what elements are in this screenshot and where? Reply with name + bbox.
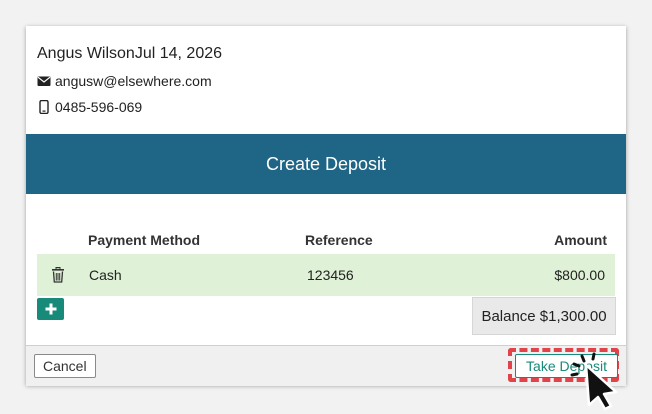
customer-phone: 0485-596-069: [55, 99, 143, 115]
customer-name: Angus Wilson: [37, 45, 135, 62]
column-header-method: Payment Method: [88, 232, 201, 248]
email-line: angusw@elsewhere.com: [37, 72, 222, 90]
payments-table: Payment Method Reference Amount Cash 123…: [37, 222, 615, 296]
dialog-title: Create Deposit: [265, 153, 387, 174]
balance-display: Balance $1,300.00: [472, 297, 616, 335]
envelope-icon: [37, 76, 51, 86]
table-header: Payment Method Reference Amount: [37, 222, 615, 254]
dialog-footer: Cancel Take Deposit: [26, 345, 626, 386]
add-payment-button[interactable]: [37, 298, 64, 320]
deposit-dialog: Angus WilsonJul 14, 2026 angusw@elsewher…: [26, 26, 626, 386]
column-header-amount: Amount: [554, 232, 607, 248]
reference-cell: 123456: [307, 267, 354, 283]
deposit-date: Jul 14, 2026: [134, 45, 223, 62]
customer-info: Angus WilsonJul 14, 2026 angusw@elsewher…: [37, 44, 222, 116]
table-row: Cash 123456 $800.00: [37, 254, 615, 296]
cancel-button[interactable]: Cancel: [34, 354, 96, 378]
column-header-reference: Reference: [305, 232, 373, 248]
payment-method-cell: Cash: [89, 267, 122, 283]
plus-icon: [45, 303, 56, 315]
phone-line: 0485-596-069: [37, 98, 222, 116]
dialog-header: Create Deposit: [26, 134, 626, 194]
trash-icon[interactable]: [51, 267, 65, 283]
phone-icon: [39, 100, 49, 114]
balance-text: Balance $1,300.00: [481, 307, 607, 325]
take-deposit-button[interactable]: Take Deposit: [515, 354, 618, 378]
customer-email: angusw@elsewhere.com: [55, 73, 212, 89]
customer-name-line: Angus WilsonJul 14, 2026: [37, 44, 222, 64]
amount-cell: $800.00: [554, 267, 605, 283]
